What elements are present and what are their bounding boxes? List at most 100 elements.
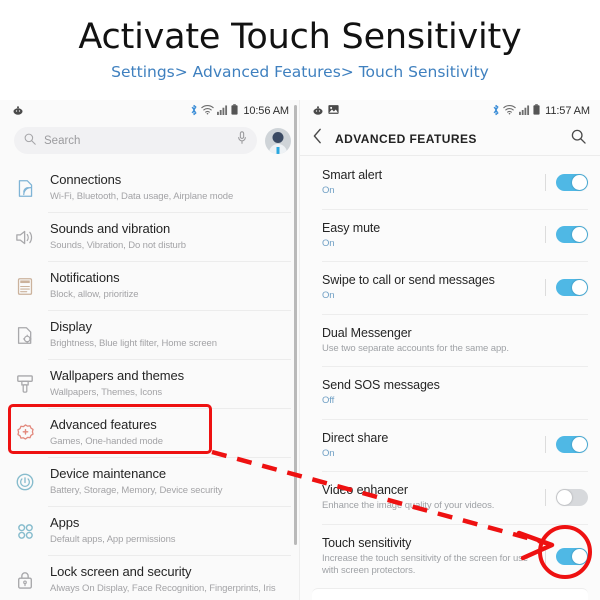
item-subtitle: Always On Display, Face Recognition, Fin… [50, 583, 276, 594]
right-app-header: ADVANCED FEATURES [300, 122, 600, 156]
right-header-title: ADVANCED FEATURES [335, 131, 477, 146]
left-scrollbar[interactable] [294, 105, 297, 545]
feature-row-easy-mute[interactable]: Easy mute On [300, 208, 600, 262]
feature-state: On [322, 447, 335, 459]
left-search-row: Search [0, 122, 299, 163]
feature-row-touch-sensitivity[interactable]: Touch sensitivity Increase the touch sen… [300, 523, 600, 589]
wifi-icon [201, 104, 215, 118]
toggle-divider [545, 173, 546, 191]
signal-icon [217, 105, 228, 118]
feature-state: On [322, 290, 335, 301]
avatar[interactable] [265, 127, 291, 154]
feature-description: Increase the touch sensitivity of the sc… [322, 552, 529, 577]
item-title: Connections [50, 172, 122, 187]
toggle-group [545, 547, 588, 565]
settings-item-lock-screen-and-security[interactable]: Lock screen and security Always On Displ… [0, 555, 299, 600]
toggle-smart-alert[interactable] [556, 173, 588, 191]
feature-title: Dual Messenger [322, 325, 412, 340]
mic-icon[interactable] [237, 131, 247, 150]
battery-icon [231, 104, 238, 118]
feature-state: On [322, 185, 335, 196]
item-subtitle: Battery, Storage, Memory, Device securit… [50, 485, 223, 496]
toggle-knob [572, 174, 587, 190]
bluetooth-icon [190, 104, 198, 119]
item-title: Notifications [50, 270, 120, 285]
feature-state: On [322, 237, 335, 249]
item-subtitle: Block, allow, prioritize [50, 289, 139, 300]
toggle-divider [545, 488, 546, 506]
search-icon[interactable] [571, 129, 586, 149]
toggle-group [545, 436, 588, 454]
toggle-knob [557, 489, 572, 505]
settings-item-sounds-and-vibration[interactable]: Sounds and vibration Sounds, Vibration, … [0, 212, 299, 261]
settings-item-advanced-features[interactable]: Advanced features Games, One-handed mode [0, 408, 299, 457]
toggle-divider [545, 278, 546, 296]
item-subtitle: Games, One-handed mode [50, 436, 163, 447]
toggle-easy-mute[interactable] [556, 226, 588, 244]
item-title: Lock screen and security [50, 564, 192, 579]
title-block: Activate Touch Sensitivity Settings> Adv… [0, 0, 600, 100]
feature-title: Direct share [322, 430, 389, 445]
chevron-left-icon[interactable] [312, 128, 323, 149]
item-subtitle: Wi-Fi, Bluetooth, Data usage, Airplane m… [50, 191, 234, 202]
toggle-group [545, 226, 588, 244]
feature-description: Use two separate accounts for the same a… [322, 342, 509, 354]
toggle-knob [572, 548, 587, 564]
toggle-divider [545, 436, 546, 454]
search-icon [24, 132, 36, 150]
toggle-knob [572, 279, 587, 295]
wifi-icon [503, 104, 516, 118]
battery-icon [533, 104, 540, 118]
signal-icon [519, 105, 530, 118]
toggle-video-enhancer[interactable] [556, 488, 588, 506]
feature-row-smart-alert[interactable]: Smart alert On [300, 156, 600, 209]
feature-row-dual-messenger[interactable]: Dual Messenger Use two separate accounts… [300, 313, 600, 367]
feature-row-send-sos-messages[interactable]: Send SOS messages Off [300, 366, 600, 419]
toggle-direct-share[interactable] [556, 436, 588, 454]
settings-item-connections[interactable]: Connections Wi-Fi, Bluetooth, Data usage… [0, 163, 299, 212]
left-phone-screenshot: 10:56 AM Search Connections Wi-Fi, Bluet… [0, 100, 300, 600]
toggle-swipe-to-call[interactable] [556, 278, 588, 296]
device-maintenance-icon [12, 469, 38, 495]
feature-title: Video enhancer [322, 483, 408, 497]
feature-row-direct-share[interactable]: Direct share On [300, 418, 600, 472]
left-statusbar: 10:56 AM [0, 100, 299, 122]
feature-title: Smart alert [322, 168, 383, 182]
breadcrumb: Settings> Advanced Features> Touch Sensi… [111, 63, 489, 81]
settings-item-apps[interactable]: Apps Default apps, App permissions [0, 506, 299, 555]
toggle-group [545, 173, 588, 191]
toggle-divider [545, 226, 546, 244]
next-row-partial [312, 588, 588, 600]
settings-item-device-maintenance[interactable]: Device maintenance Battery, Storage, Mem… [0, 457, 299, 506]
item-title: Advanced features [50, 417, 157, 432]
page-title: Activate Touch Sensitivity [78, 17, 522, 57]
item-subtitle: Brightness, Blue light filter, Home scre… [50, 338, 217, 349]
advanced-features-icon [12, 420, 38, 446]
right-status-time: 11:57 AM [545, 105, 590, 117]
screenshot-root: Activate Touch Sensitivity Settings> Adv… [0, 0, 600, 600]
item-title: Device maintenance [50, 466, 166, 481]
left-status-time: 10:56 AM [243, 105, 289, 117]
settings-item-notifications[interactable]: Notifications Block, allow, prioritize [0, 261, 299, 310]
sound-icon [12, 224, 38, 250]
wallpaper-brush-icon [12, 371, 38, 397]
search-input[interactable]: Search [14, 127, 257, 154]
notifications-icon [12, 273, 38, 299]
advanced-features-list: Smart alert On Easy mute On Swipe to cal… [300, 156, 600, 589]
feature-title: Easy mute [322, 220, 381, 235]
item-subtitle: Default apps, App permissions [50, 534, 176, 545]
settings-item-wallpapers-and-themes[interactable]: Wallpapers and themes Wallpapers, Themes… [0, 359, 299, 408]
feature-title: Touch sensitivity [322, 535, 412, 550]
reddit-icon [12, 104, 24, 119]
feature-row-video-enhancer[interactable]: Video enhancer Enhance the image quality… [300, 471, 600, 524]
bluetooth-icon [492, 104, 500, 119]
toggle-group [545, 488, 588, 506]
feature-row-swipe-to-call[interactable]: Swipe to call or send messages On [300, 261, 600, 314]
toggle-knob [572, 227, 587, 243]
avatar-tie [276, 146, 280, 154]
right-statusbar: 11:57 AM [300, 100, 600, 122]
toggle-touch-sensitivity[interactable] [556, 547, 588, 565]
image-icon [328, 104, 339, 118]
settings-item-display[interactable]: Display Brightness, Blue light filter, H… [0, 310, 299, 359]
feature-title: Send SOS messages [322, 378, 440, 392]
